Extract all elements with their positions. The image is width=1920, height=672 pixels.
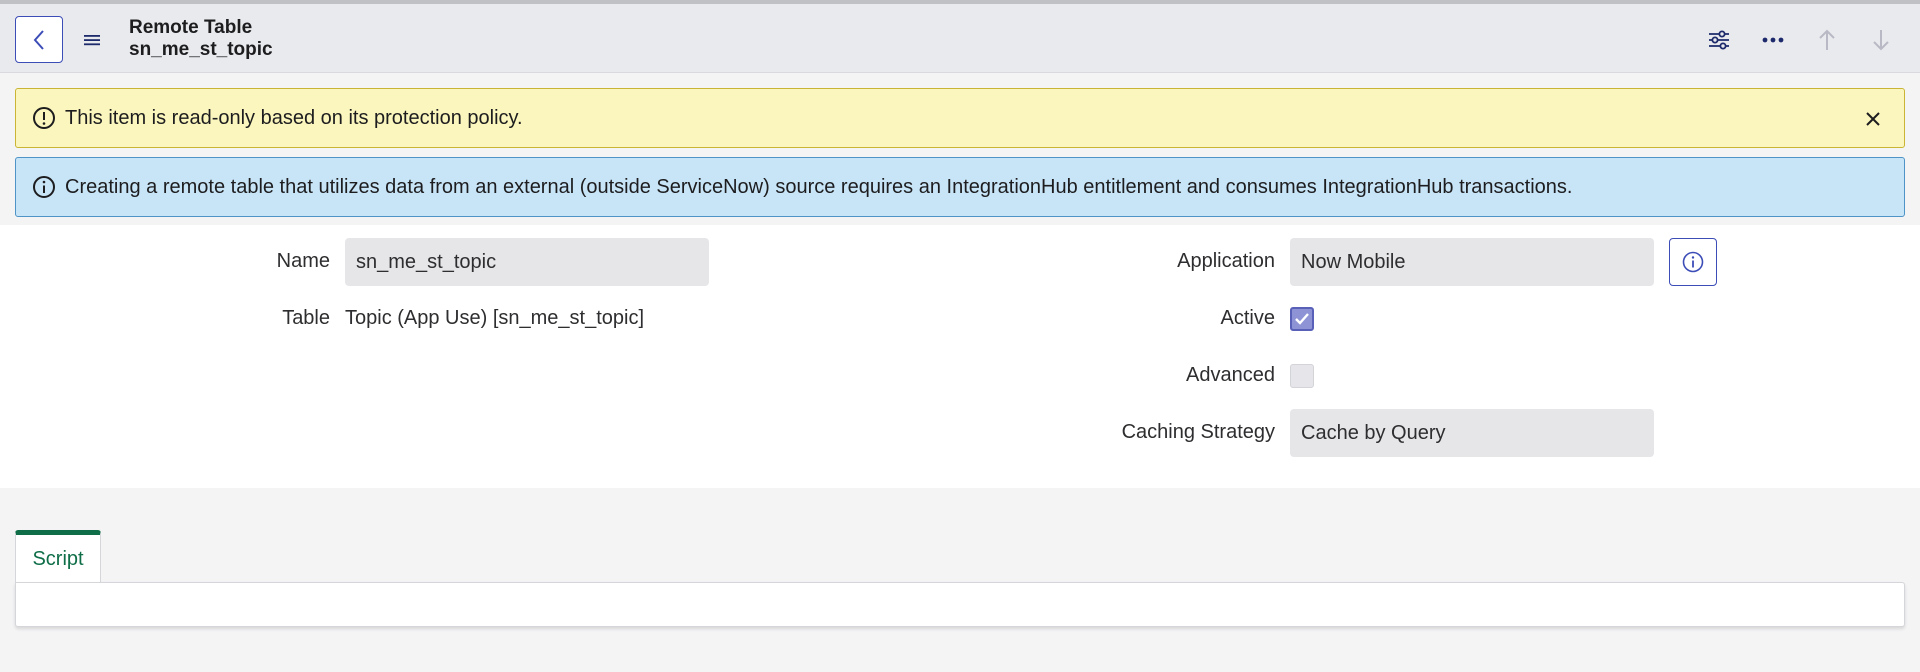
arrow-down-icon [1873,30,1889,51]
hamburger-menu-icon [84,35,100,46]
context-menu-button[interactable] [78,26,106,54]
caching-strategy-field[interactable]: Cache by Query [1290,409,1654,457]
back-button[interactable] [15,16,63,63]
table-value: Topic (App Use) [sn_me_st_topic] [345,307,645,329]
close-alert-button[interactable] [1860,106,1886,132]
name-label: Name [276,250,330,272]
info-alert-text: Creating a remote table that utilizes da… [65,175,1573,198]
info-circle-icon [1682,251,1704,273]
tab-script-label: Script [32,547,84,570]
previous-record-button[interactable] [1811,24,1843,56]
warning-alert-text: This item is read-only based on its prot… [65,106,523,129]
application-label: Application [1177,250,1275,272]
name-field[interactable]: sn_me_st_topic [345,238,709,286]
form-body: Name sn_me_st_topic Table Topic (App Use… [0,225,1920,488]
active-checkbox[interactable] [1290,307,1314,331]
page-title: Remote Table sn_me_st_topic [129,17,273,61]
record-type-title: Remote Table [129,17,253,38]
script-tab-panel [15,582,1905,627]
advanced-label: Advanced [1186,364,1275,386]
form-header: Remote Table sn_me_st_topic [0,4,1920,73]
chevron-left-icon [33,29,44,50]
advanced-checkbox[interactable] [1290,364,1314,388]
more-options-button[interactable] [1757,24,1789,56]
table-label: Table [282,307,330,329]
caching-strategy-label: Caching Strategy [1121,421,1275,443]
personalize-form-button[interactable] [1703,24,1735,56]
arrow-up-icon [1819,29,1835,50]
exclamation-circle-icon [31,105,57,131]
sliders-icon [1709,30,1729,50]
close-icon [1866,112,1880,126]
read-only-warning-alert: This item is read-only based on its prot… [15,88,1905,148]
application-info-button[interactable] [1669,238,1717,286]
tab-script[interactable]: Script [15,530,101,583]
info-circle-icon [31,174,57,200]
next-record-button[interactable] [1865,24,1897,56]
checkmark-icon [1295,313,1309,325]
application-field[interactable]: Now Mobile [1290,238,1654,286]
more-options-icon [1762,37,1784,43]
active-label: Active [1220,307,1275,329]
record-name-title: sn_me_st_topic [129,39,273,60]
integrationhub-info-alert: Creating a remote table that utilizes da… [15,157,1905,217]
